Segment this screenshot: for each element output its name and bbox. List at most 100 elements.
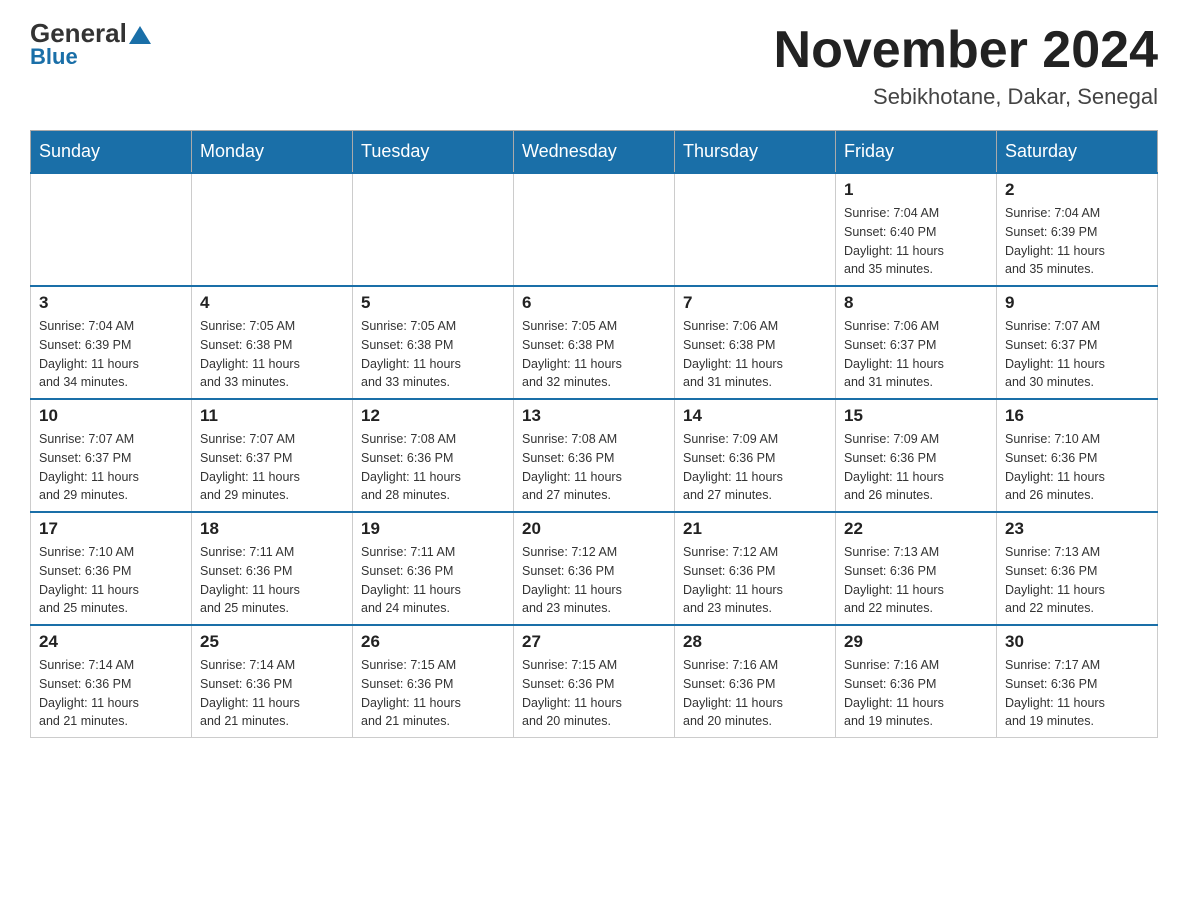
day-info: Sunrise: 7:13 AM Sunset: 6:36 PM Dayligh…: [1005, 543, 1149, 618]
day-number: 20: [522, 519, 666, 539]
calendar-cell: 6Sunrise: 7:05 AM Sunset: 6:38 PM Daylig…: [514, 286, 675, 399]
calendar-cell: 20 Sunrise: 7:12 AM Sunset: 6:36 PM Dayli…: [514, 512, 675, 625]
day-number: 13: [522, 406, 666, 426]
day-number: 30: [1005, 632, 1149, 652]
day-header-friday: Friday: [836, 131, 997, 174]
day-number: 21: [683, 519, 827, 539]
logo-blue-text: Blue: [30, 44, 78, 70]
subtitle: Sebikhotane, Dakar, Senegal: [774, 84, 1158, 110]
day-number: 15: [844, 406, 988, 426]
day-number: 27: [522, 632, 666, 652]
calendar-cell: 25Sunrise: 7:14 AM Sunset: 6:36 PM Dayli…: [192, 625, 353, 738]
day-info: Sunrise: 7:11 AM Sunset: 6:36 PM Dayligh…: [200, 543, 344, 618]
day-number: 25: [200, 632, 344, 652]
day-number: 12: [361, 406, 505, 426]
calendar-cell: 18 Sunrise: 7:11 AM Sunset: 6:36 PM Dayli…: [192, 512, 353, 625]
day-number: 9: [1005, 293, 1149, 313]
calendar-cell: 27 Sunrise: 7:15 AM Sunset: 6:36 PM Dayli…: [514, 625, 675, 738]
day-header-sunday: Sunday: [31, 131, 192, 174]
calendar-cell: 24Sunrise: 7:14 AM Sunset: 6:36 PM Dayli…: [31, 625, 192, 738]
day-info: Sunrise: 7:07 AM Sunset: 6:37 PM Dayligh…: [1005, 317, 1149, 392]
logo: General Blue: [30, 20, 151, 70]
day-info: Sunrise: 7:04 AM Sunset: 6:39 PM Dayligh…: [1005, 204, 1149, 279]
day-info: Sunrise: 7:12 AM Sunset: 6:36 PM Dayligh…: [522, 543, 666, 618]
calendar-cell: 12 Sunrise: 7:08 AM Sunset: 6:36 PM Dayli…: [353, 399, 514, 512]
day-number: 18: [200, 519, 344, 539]
day-number: 23: [1005, 519, 1149, 539]
day-number: 24: [39, 632, 183, 652]
day-number: 26: [361, 632, 505, 652]
day-info: Sunrise: 7:11 AM Sunset: 6:36 PM Dayligh…: [361, 543, 505, 618]
day-info: Sunrise: 7:15 AM Sunset: 6:36 PM Dayligh…: [522, 656, 666, 731]
calendar-header-row: SundayMondayTuesdayWednesdayThursdayFrid…: [31, 131, 1158, 174]
day-header-saturday: Saturday: [997, 131, 1158, 174]
calendar-cell: 16 Sunrise: 7:10 AM Sunset: 6:36 PM Dayli…: [997, 399, 1158, 512]
calendar-cell: 13 Sunrise: 7:08 AM Sunset: 6:36 PM Dayli…: [514, 399, 675, 512]
day-info: Sunrise: 7:07 AM Sunset: 6:37 PM Dayligh…: [200, 430, 344, 505]
calendar-cell: 22 Sunrise: 7:13 AM Sunset: 6:36 PM Dayli…: [836, 512, 997, 625]
logo-general-text: General: [30, 20, 151, 46]
day-info: Sunrise: 7:10 AM Sunset: 6:36 PM Dayligh…: [1005, 430, 1149, 505]
day-info: Sunrise: 7:17 AM Sunset: 6:36 PM Dayligh…: [1005, 656, 1149, 731]
calendar-cell: 8 Sunrise: 7:06 AM Sunset: 6:37 PM Daylig…: [836, 286, 997, 399]
day-info: Sunrise: 7:04 AM Sunset: 6:40 PM Dayligh…: [844, 204, 988, 279]
day-info: Sunrise: 7:07 AM Sunset: 6:37 PM Dayligh…: [39, 430, 183, 505]
day-number: 10: [39, 406, 183, 426]
day-info: Sunrise: 7:06 AM Sunset: 6:37 PM Dayligh…: [844, 317, 988, 392]
calendar-cell: 14 Sunrise: 7:09 AM Sunset: 6:36 PM Dayli…: [675, 399, 836, 512]
calendar-cell: 4 Sunrise: 7:05 AM Sunset: 6:38 PM Daylig…: [192, 286, 353, 399]
day-info: Sunrise: 7:09 AM Sunset: 6:36 PM Dayligh…: [844, 430, 988, 505]
day-info: Sunrise: 7:05 AM Sunset: 6:38 PM Dayligh…: [522, 317, 666, 392]
day-info: Sunrise: 7:05 AM Sunset: 6:38 PM Dayligh…: [200, 317, 344, 392]
calendar-week-row: 17 Sunrise: 7:10 AM Sunset: 6:36 PM Dayli…: [31, 512, 1158, 625]
calendar-week-row: 10 Sunrise: 7:07 AM Sunset: 6:37 PM Dayli…: [31, 399, 1158, 512]
calendar-cell: 28Sunrise: 7:16 AM Sunset: 6:36 PM Dayli…: [675, 625, 836, 738]
day-header-tuesday: Tuesday: [353, 131, 514, 174]
day-number: 4: [200, 293, 344, 313]
calendar-cell: [353, 173, 514, 286]
main-title: November 2024: [774, 20, 1158, 80]
day-header-thursday: Thursday: [675, 131, 836, 174]
day-number: 8: [844, 293, 988, 313]
calendar-cell: 19 Sunrise: 7:11 AM Sunset: 6:36 PM Dayli…: [353, 512, 514, 625]
day-info: Sunrise: 7:08 AM Sunset: 6:36 PM Dayligh…: [522, 430, 666, 505]
day-info: Sunrise: 7:10 AM Sunset: 6:36 PM Dayligh…: [39, 543, 183, 618]
calendar-cell: 30 Sunrise: 7:17 AM Sunset: 6:36 PM Dayli…: [997, 625, 1158, 738]
calendar-cell: [514, 173, 675, 286]
day-number: 14: [683, 406, 827, 426]
day-number: 5: [361, 293, 505, 313]
calendar-cell: 26 Sunrise: 7:15 AM Sunset: 6:36 PM Dayli…: [353, 625, 514, 738]
day-number: 28: [683, 632, 827, 652]
calendar-cell: 5Sunrise: 7:05 AM Sunset: 6:38 PM Daylig…: [353, 286, 514, 399]
calendar-cell: 17 Sunrise: 7:10 AM Sunset: 6:36 PM Dayli…: [31, 512, 192, 625]
day-header-monday: Monday: [192, 131, 353, 174]
day-number: 17: [39, 519, 183, 539]
calendar-table: SundayMondayTuesdayWednesdayThursdayFrid…: [30, 130, 1158, 738]
calendar-cell: 23 Sunrise: 7:13 AM Sunset: 6:36 PM Dayli…: [997, 512, 1158, 625]
day-info: Sunrise: 7:09 AM Sunset: 6:36 PM Dayligh…: [683, 430, 827, 505]
day-number: 22: [844, 519, 988, 539]
title-area: November 2024 Sebikhotane, Dakar, Senega…: [774, 20, 1158, 110]
day-number: 2: [1005, 180, 1149, 200]
day-info: Sunrise: 7:08 AM Sunset: 6:36 PM Dayligh…: [361, 430, 505, 505]
day-number: 19: [361, 519, 505, 539]
calendar-cell: 7 Sunrise: 7:06 AM Sunset: 6:38 PM Daylig…: [675, 286, 836, 399]
page-header: General Blue November 2024 Sebikhotane, …: [30, 20, 1158, 110]
calendar-cell: 11 Sunrise: 7:07 AM Sunset: 6:37 PM Dayli…: [192, 399, 353, 512]
day-number: 16: [1005, 406, 1149, 426]
calendar-cell: 9 Sunrise: 7:07 AM Sunset: 6:37 PM Daylig…: [997, 286, 1158, 399]
calendar-cell: 29Sunrise: 7:16 AM Sunset: 6:36 PM Dayli…: [836, 625, 997, 738]
day-info: Sunrise: 7:12 AM Sunset: 6:36 PM Dayligh…: [683, 543, 827, 618]
day-info: Sunrise: 7:06 AM Sunset: 6:38 PM Dayligh…: [683, 317, 827, 392]
day-info: Sunrise: 7:13 AM Sunset: 6:36 PM Dayligh…: [844, 543, 988, 618]
day-number: 11: [200, 406, 344, 426]
calendar-week-row: 3Sunrise: 7:04 AM Sunset: 6:39 PM Daylig…: [31, 286, 1158, 399]
calendar-cell: [31, 173, 192, 286]
calendar-cell: 21 Sunrise: 7:12 AM Sunset: 6:36 PM Dayli…: [675, 512, 836, 625]
day-number: 3: [39, 293, 183, 313]
day-number: 7: [683, 293, 827, 313]
day-info: Sunrise: 7:15 AM Sunset: 6:36 PM Dayligh…: [361, 656, 505, 731]
day-header-wednesday: Wednesday: [514, 131, 675, 174]
calendar-cell: 15 Sunrise: 7:09 AM Sunset: 6:36 PM Dayli…: [836, 399, 997, 512]
calendar-cell: 3Sunrise: 7:04 AM Sunset: 6:39 PM Daylig…: [31, 286, 192, 399]
